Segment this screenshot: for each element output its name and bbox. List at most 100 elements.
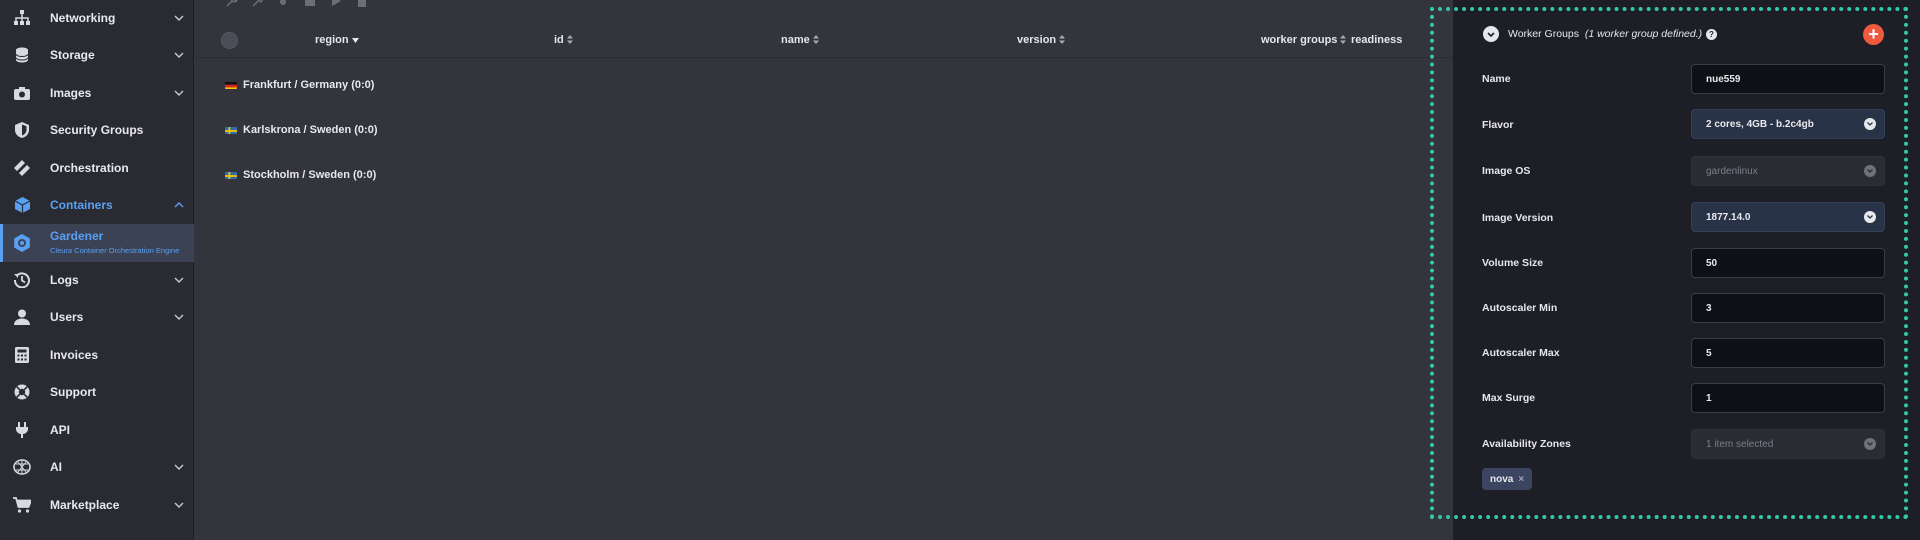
network-icon bbox=[12, 8, 32, 28]
sidebar-item-label: Containers bbox=[50, 198, 113, 212]
sort-icon bbox=[566, 34, 573, 46]
table-header: region id name version worker groups rea… bbox=[195, 24, 1453, 58]
sidebar-item-users[interactable]: Users bbox=[0, 299, 194, 335]
sidebar-item-api[interactable]: API bbox=[0, 412, 194, 448]
layers-icon bbox=[12, 158, 32, 178]
autoscaler-min-label: Autoscaler Min bbox=[1482, 302, 1558, 314]
chevron-down-icon bbox=[1864, 118, 1876, 130]
image-os-select[interactable]: gardenlinux bbox=[1691, 156, 1885, 186]
shield-icon bbox=[12, 120, 32, 140]
volume-size-input[interactable]: 50 bbox=[1691, 248, 1885, 278]
plug-icon bbox=[12, 420, 32, 440]
image-version-label: Image Version bbox=[1482, 212, 1554, 224]
worker-groups-count: (1 worker group defined.) bbox=[1584, 28, 1703, 40]
play-icon[interactable] bbox=[329, 0, 343, 8]
sidebar-item-label: Logs bbox=[50, 273, 79, 287]
image-version-select[interactable]: 1877.14.0 bbox=[1691, 202, 1885, 232]
column-header-readiness[interactable]: readiness bbox=[1351, 34, 1402, 46]
invoice-icon bbox=[12, 345, 32, 365]
sidebar-item-label: Storage bbox=[50, 48, 95, 62]
sidebar-item-label: Orchestration bbox=[50, 161, 129, 175]
zone-tag-label: nova bbox=[1490, 473, 1514, 485]
table-row[interactable]: Karlskrona / Sweden (0:0) bbox=[225, 124, 378, 136]
flavor-label: Flavor bbox=[1482, 119, 1514, 131]
sidebar: Networking Storage Images Security Group… bbox=[0, 0, 194, 540]
sweden-flag-icon bbox=[225, 126, 237, 134]
gears-icon[interactable] bbox=[277, 0, 291, 8]
database-icon bbox=[12, 45, 32, 65]
trash-icon[interactable] bbox=[355, 0, 369, 8]
sidebar-item-label: Networking bbox=[50, 11, 116, 25]
sidebar-item-images[interactable]: Images bbox=[0, 75, 194, 111]
sidebar-item-label: AI bbox=[50, 460, 62, 474]
sidebar-item-logs[interactable]: Logs bbox=[0, 262, 194, 298]
select-all-checkbox[interactable] bbox=[221, 32, 238, 49]
column-header-name[interactable]: name bbox=[781, 34, 819, 46]
chevron-down-icon[interactable] bbox=[172, 48, 186, 62]
chevron-down-icon bbox=[1864, 211, 1876, 223]
image-os-label: Image OS bbox=[1482, 165, 1531, 177]
sidebar-item-sublabel: Cleura Container Orchestration Engine bbox=[50, 246, 180, 255]
chevron-down-icon[interactable] bbox=[172, 460, 186, 474]
column-header-region[interactable]: region bbox=[315, 34, 359, 46]
name-label: Name bbox=[1482, 73, 1511, 85]
availability-zones-select[interactable]: 1 item selected bbox=[1691, 429, 1885, 459]
sidebar-item-label: Marketplace bbox=[50, 498, 120, 512]
zone-tag: nova × bbox=[1482, 468, 1533, 490]
chevron-down-icon[interactable] bbox=[172, 310, 186, 324]
ai-icon bbox=[12, 457, 32, 477]
name-input[interactable]: nue559 bbox=[1691, 64, 1885, 94]
chevron-down-icon[interactable] bbox=[172, 273, 186, 287]
sort-desc-icon bbox=[351, 34, 359, 46]
sidebar-item-label: Gardener bbox=[50, 229, 104, 243]
gardener-icon bbox=[12, 233, 32, 253]
add-worker-group-button[interactable]: + bbox=[1863, 24, 1884, 45]
sidebar-item-security-groups[interactable]: Security Groups bbox=[0, 112, 194, 148]
chevron-down-icon[interactable] bbox=[172, 11, 186, 25]
sidebar-item-label: Users bbox=[50, 310, 84, 324]
cart-icon bbox=[12, 495, 32, 515]
sidebar-item-containers[interactable]: Containers bbox=[0, 187, 194, 223]
sidebar-item-invoices[interactable]: Invoices bbox=[0, 337, 194, 373]
chevron-up-icon[interactable] bbox=[172, 198, 186, 212]
availability-zones-label: Availability Zones bbox=[1482, 438, 1571, 450]
sidebar-item-orchestration[interactable]: Orchestration bbox=[0, 150, 194, 186]
region-label: Karlskrona / Sweden (0:0) bbox=[243, 124, 378, 136]
sidebar-item-label: Security Groups bbox=[50, 123, 144, 137]
collapse-toggle-icon[interactable] bbox=[1483, 26, 1499, 42]
sidebar-item-gardener[interactable]: Gardener Cleura Container Orchestration … bbox=[0, 224, 194, 262]
region-label: Frankfurt / Germany (0:0) bbox=[243, 79, 375, 91]
lifebuoy-icon bbox=[12, 382, 32, 402]
autoscaler-max-label: Autoscaler Max bbox=[1482, 347, 1560, 359]
column-header-worker-groups[interactable]: worker groups bbox=[1261, 34, 1347, 46]
remove-tag-icon[interactable]: × bbox=[1518, 474, 1524, 485]
sidebar-item-ai[interactable]: AI bbox=[0, 449, 194, 485]
column-header-id[interactable]: id bbox=[554, 34, 573, 46]
column-header-version[interactable]: version bbox=[1017, 34, 1066, 46]
app-root: Networking Storage Images Security Group… bbox=[0, 0, 1920, 540]
sidebar-item-support[interactable]: Support bbox=[0, 374, 194, 410]
help-icon[interactable]: ? bbox=[1706, 29, 1717, 40]
sidebar-item-marketplace[interactable]: Marketplace bbox=[0, 487, 194, 523]
chevron-down-icon[interactable] bbox=[172, 498, 186, 512]
chevron-down-icon bbox=[1864, 165, 1876, 177]
history-icon bbox=[12, 270, 32, 290]
bulk-action-toolbar bbox=[225, 0, 369, 8]
autoscaler-max-input[interactable]: 5 bbox=[1691, 338, 1885, 368]
sidebar-item-networking[interactable]: Networking bbox=[0, 0, 194, 36]
germany-flag-icon bbox=[225, 81, 237, 89]
table-row[interactable]: Stockholm / Sweden (0:0) bbox=[225, 169, 376, 181]
flavor-select[interactable]: 2 cores, 4GB - b.2c4gb bbox=[1691, 109, 1885, 139]
sidebar-item-storage[interactable]: Storage bbox=[0, 37, 194, 73]
user-icon bbox=[12, 307, 32, 327]
hammer-icon[interactable] bbox=[251, 0, 265, 8]
worker-groups-title: Worker Groups (1 worker group defined.) bbox=[1508, 28, 1703, 40]
autoscaler-min-input[interactable]: 3 bbox=[1691, 293, 1885, 323]
sweden-flag-icon bbox=[225, 171, 237, 179]
max-surge-input[interactable]: 1 bbox=[1691, 383, 1885, 413]
volume-size-label: Volume Size bbox=[1482, 257, 1544, 269]
wrench-icon[interactable] bbox=[225, 0, 239, 8]
table-row[interactable]: Frankfurt / Germany (0:0) bbox=[225, 79, 374, 91]
stop-icon[interactable] bbox=[303, 0, 317, 8]
chevron-down-icon[interactable] bbox=[172, 86, 186, 100]
